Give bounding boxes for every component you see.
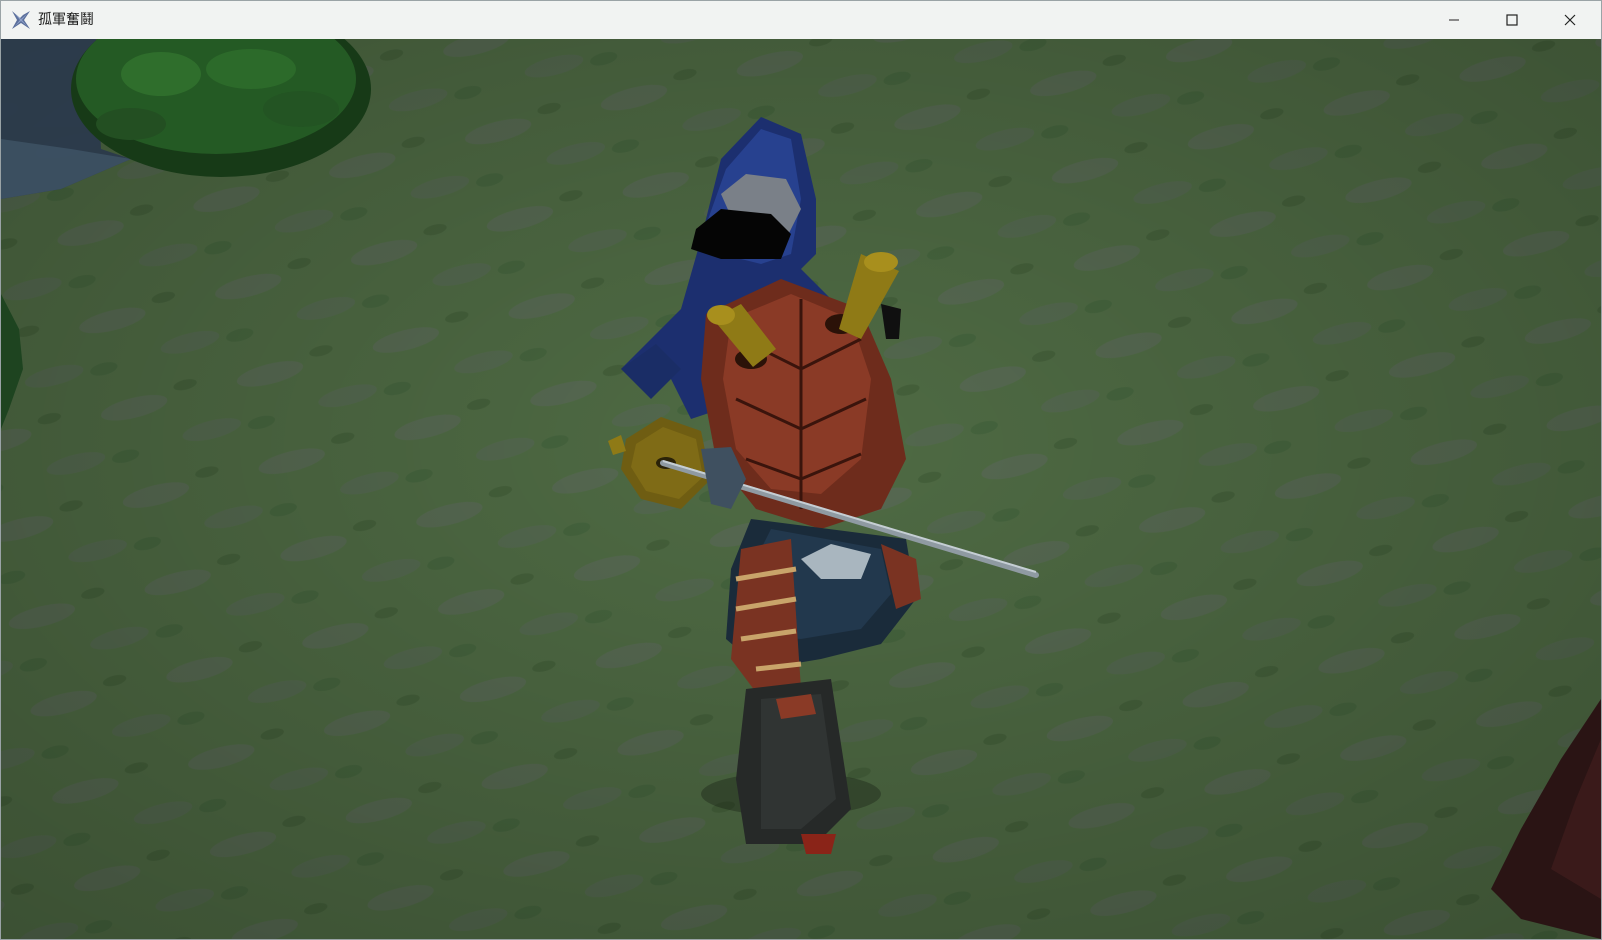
- game-viewport[interactable]: [1, 39, 1601, 939]
- maximize-icon: [1506, 11, 1518, 30]
- minimize-button[interactable]: [1425, 1, 1483, 39]
- game-window: 孤軍奮鬪: [0, 0, 1602, 940]
- title-bar[interactable]: 孤軍奮鬪: [1, 1, 1601, 39]
- game-scene: [1, 39, 1601, 939]
- window-title: 孤軍奮鬪: [38, 12, 94, 28]
- close-button[interactable]: [1541, 1, 1599, 39]
- x-app-icon: [11, 10, 31, 30]
- minimize-icon: [1448, 11, 1460, 30]
- maximize-button[interactable]: [1483, 1, 1541, 39]
- close-icon: [1564, 11, 1576, 30]
